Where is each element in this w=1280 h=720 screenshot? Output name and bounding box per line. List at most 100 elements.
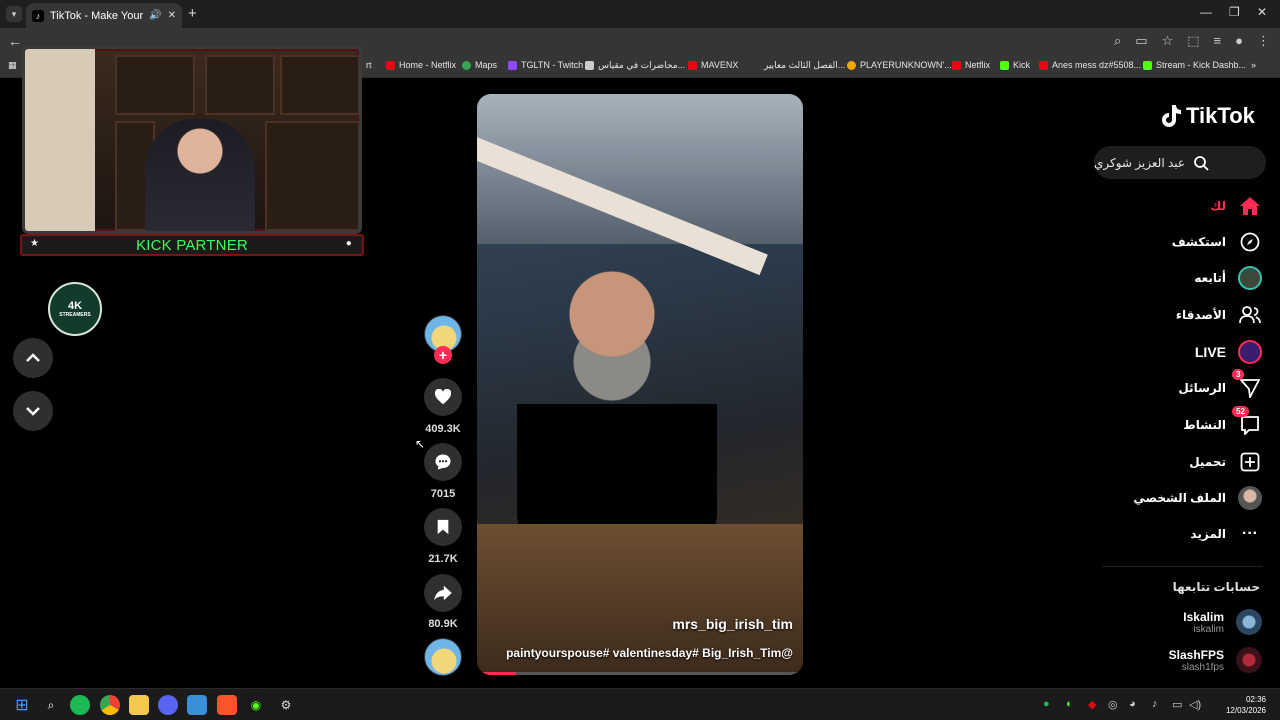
comment-button[interactable] xyxy=(424,443,462,481)
next-video-button[interactable] xyxy=(13,391,53,431)
network-icon[interactable]: ▭ xyxy=(1172,698,1182,711)
file-explorer-icon[interactable] xyxy=(129,695,149,715)
obs-icon[interactable]: ◉ xyxy=(246,695,266,715)
bookmark-item[interactable]: الفصل الثالث معايير... xyxy=(764,60,845,71)
bookmark-item[interactable]: Maps xyxy=(462,60,497,70)
tray-chrome-icon[interactable]: ◎ xyxy=(1108,698,1118,711)
sidebar-item-following[interactable]: أتابعه xyxy=(1194,266,1262,290)
bookmark-item[interactable]: Stream - Kick Dashb... xyxy=(1143,60,1246,70)
photos-icon[interactable] xyxy=(187,695,207,715)
previous-video-button[interactable] xyxy=(13,338,53,378)
sidebar-item-explore[interactable]: استكشف xyxy=(1172,230,1262,254)
account-name: Iskalim xyxy=(1183,609,1224,624)
tray-spotify-icon[interactable]: ● xyxy=(1043,698,1050,710)
brave-icon[interactable] xyxy=(217,695,237,715)
minimize-button[interactable]: — xyxy=(1200,5,1212,19)
tray-app-icon[interactable]: ◆ xyxy=(1088,698,1096,711)
bookmark-item[interactable]: Netflix xyxy=(952,60,990,70)
share-button[interactable] xyxy=(424,574,462,612)
search-taskbar-icon[interactable]: ⌕ xyxy=(41,695,61,715)
save-count: 21.7K xyxy=(428,553,458,565)
video-progress-bar[interactable] xyxy=(477,672,803,675)
comment-count: 7015 xyxy=(430,488,456,500)
bookmark-item[interactable]: PLAYERUNKNOWN'... xyxy=(847,60,952,70)
bookshelf xyxy=(205,55,275,115)
account-handle: iskalim xyxy=(1193,623,1224,635)
discord-icon[interactable] xyxy=(158,695,178,715)
maps-icon xyxy=(462,60,471,70)
video-caption[interactable]: paintyourspouse# valentinesday# Big_Iris… xyxy=(506,646,793,660)
kick-partner-banner: ★ KICK PARTNER ● xyxy=(20,234,364,256)
streamer xyxy=(145,119,255,231)
video-player[interactable]: mrs_big_irish_tim paintyourspouse# valen… xyxy=(477,94,803,675)
clock-time: 02:36 xyxy=(1245,695,1266,704)
chrome-icon[interactable] xyxy=(100,695,120,715)
new-tab-button[interactable]: + xyxy=(188,5,197,22)
bookmark-star-icon[interactable]: ☆ xyxy=(1162,33,1174,49)
sidebar-item-label: أتابعه xyxy=(1194,271,1226,285)
sidebar-item-activity[interactable]: النشاط 52 xyxy=(1183,406,1262,437)
tab-close-icon[interactable]: ✕ xyxy=(168,10,176,21)
follow-button[interactable]: + xyxy=(434,346,452,364)
video-author[interactable]: mrs_big_irish_tim xyxy=(672,616,793,632)
sound-avatar[interactable] xyxy=(424,638,462,676)
windows-start-icon[interactable]: ⊞ xyxy=(12,695,32,715)
tray-discord-icon[interactable]: ◕ xyxy=(1129,698,1136,710)
tab-search-button[interactable]: ▾ xyxy=(6,6,22,22)
kick-icon xyxy=(1000,60,1009,70)
search-icon[interactable] xyxy=(1193,155,1209,171)
close-window-button[interactable]: ✕ xyxy=(1257,5,1267,19)
system-clock[interactable]: 02:36 12/03/2026 xyxy=(1226,694,1266,716)
microphone-icon[interactable]: ♪ xyxy=(1152,698,1158,710)
bookmark-item[interactable]: Kick xyxy=(1000,60,1030,70)
tiktok-wordmark: TikTok xyxy=(1186,103,1255,128)
more-icon: ··· xyxy=(1242,525,1258,542)
account-avatar xyxy=(1236,647,1262,673)
reading-list-icon[interactable]: ≡ xyxy=(1214,33,1222,49)
menu-icon[interactable]: ⋮ xyxy=(1257,33,1270,49)
spotify-icon[interactable] xyxy=(70,695,90,715)
following-account[interactable]: SlashFPS slash1fps xyxy=(1169,647,1262,673)
speaker-icon[interactable]: 🔊 xyxy=(149,10,161,21)
browser-tab-bar: ▾ ♪ TikTok - Make Your Day 🔊 ✕ + — ❐ ✕ xyxy=(0,0,1280,28)
sidebar-item-label: النشاط xyxy=(1183,418,1226,432)
sidebar-item-more[interactable]: المزيد ··· xyxy=(1190,522,1262,546)
bookmark-item[interactable]: MAVENX xyxy=(688,60,738,70)
sidebar-item-for-you[interactable]: لك xyxy=(1210,194,1262,218)
maximize-button[interactable]: ❐ xyxy=(1229,5,1240,19)
bookmark-item[interactable]: TGLTN - Twitch xyxy=(508,60,583,70)
netflix-icon xyxy=(386,60,395,70)
heart-icon xyxy=(434,389,452,405)
tiktok-logo[interactable]: TikTok xyxy=(1160,103,1255,129)
bookmark-item[interactable]: Anes mess dz#5508... xyxy=(1039,60,1141,70)
activity-badge: 52 xyxy=(1232,406,1249,417)
bookmark-item[interactable]: محاضرات في مقياس... xyxy=(585,60,685,71)
wall xyxy=(25,49,95,231)
search-input[interactable]: عبد العزيز شوكري xyxy=(1094,146,1266,179)
zoom-icon[interactable]: ⌕ xyxy=(1114,33,1121,49)
volume-icon[interactable]: ◁) xyxy=(1189,698,1201,711)
upload-icon xyxy=(1238,450,1262,474)
tab-title: TikTok - Make Your Day xyxy=(50,9,144,22)
bookmark-item[interactable]: Home - Netflix xyxy=(386,60,456,70)
sidebar-item-messages[interactable]: الرسائل 3 xyxy=(1178,369,1262,400)
logo-subtext: STREAMERS xyxy=(59,312,91,318)
sidebar-item-profile[interactable]: الملف الشخصي xyxy=(1133,486,1262,510)
sidebar-item-live[interactable]: LIVE xyxy=(1195,340,1262,364)
app-icon[interactable]: ⚙ xyxy=(276,695,296,715)
sidebar-item-friends[interactable]: الأصدقاء xyxy=(1176,303,1262,327)
windows-taskbar: ⊞ ⌕ ◉ ⚙ ● ◐ ◆ ◎ ◕ ♪ ▭ ◁) 02:36 12/03/202… xyxy=(0,688,1280,720)
sidebar-item-upload[interactable]: تحميل xyxy=(1189,450,1262,474)
search-text: عبد العزيز شوكري xyxy=(1094,155,1186,170)
save-button[interactable] xyxy=(424,508,462,546)
like-button[interactable] xyxy=(424,378,462,416)
comment-icon xyxy=(435,454,451,470)
tray-obs-icon[interactable]: ◐ xyxy=(1066,698,1073,710)
following-account[interactable]: Iskalim iskalim xyxy=(1183,609,1262,635)
extensions-icon[interactable]: ⬚ xyxy=(1187,33,1199,49)
cast-icon[interactable]: ▭ xyxy=(1135,33,1147,49)
tab-tiktok[interactable]: ♪ TikTok - Make Your Day 🔊 ✕ xyxy=(26,3,182,28)
profile-avatar-icon[interactable]: ● xyxy=(1235,33,1243,49)
webcam-overlay: ★ KICK PARTNER ● xyxy=(14,42,370,262)
more-bookmarks-button[interactable]: » xyxy=(1251,60,1256,70)
